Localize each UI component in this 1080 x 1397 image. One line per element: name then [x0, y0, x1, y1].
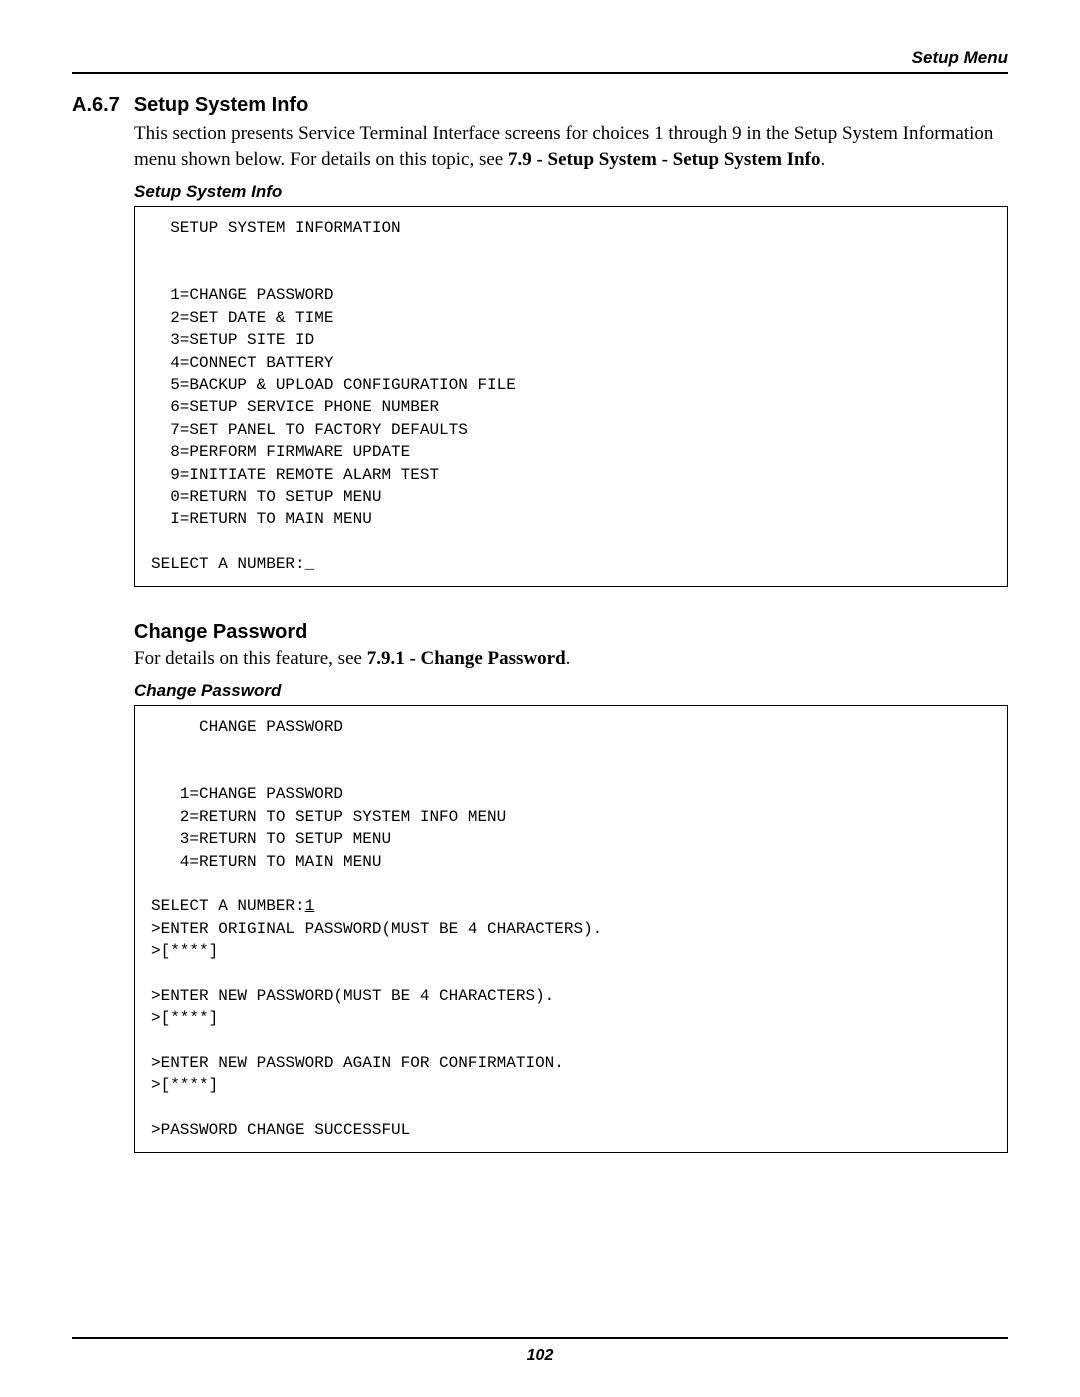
terminal1-item-0: 0=RETURN TO SETUP MENU — [151, 488, 381, 506]
section-heading: A.6.7 Setup System Info — [72, 94, 1008, 117]
terminal2-item-1: 1=CHANGE PASSWORD — [151, 785, 343, 803]
terminal2-item-2: 2=RETURN TO SETUP SYSTEM INFO MENU — [151, 808, 506, 826]
sub-text-pre: For details on this feature, see — [134, 648, 367, 669]
footer: 102 — [72, 1327, 1008, 1365]
terminal1-item-8: 8=PERFORM FIRMWARE UPDATE — [151, 443, 410, 461]
terminal1-item-2: 2=SET DATE & TIME — [151, 309, 333, 327]
terminal2-item-4: 4=RETURN TO MAIN MENU — [151, 853, 381, 871]
figure-caption-1: Setup System Info — [134, 182, 1008, 202]
terminal1-item-9: 9=INITIATE REMOTE ALARM TEST — [151, 466, 439, 484]
figure-caption-2: Change Password — [134, 681, 1008, 701]
section-title: Setup System Info — [134, 94, 308, 116]
terminal-change-password: CHANGE PASSWORD 1=CHANGE PASSWORD 2=RETU… — [134, 705, 1008, 1152]
terminal1-item-5: 5=BACKUP & UPLOAD CONFIGURATION FILE — [151, 376, 516, 394]
footer-rule — [72, 1337, 1008, 1339]
terminal1-item-6: 6=SETUP SERVICE PHONE NUMBER — [151, 398, 439, 416]
terminal1-item-1: 1=CHANGE PASSWORD — [151, 286, 333, 304]
terminal2-line-2: >[****] — [151, 942, 218, 960]
content-area: Setup Menu A.6.7 Setup System Info This s… — [72, 48, 1008, 1327]
terminal2-prompt-label: SELECT A NUMBER: — [151, 897, 305, 915]
intro-crossref: 7.9 - Setup System - Setup System Info — [508, 149, 820, 170]
intro-text-post: . — [820, 149, 825, 170]
terminal2-item-3: 3=RETURN TO SETUP MENU — [151, 830, 391, 848]
sub-crossref: 7.9.1 - Change Password — [367, 648, 566, 669]
terminal2-line-8: >[****] — [151, 1076, 218, 1094]
section-body: This section presents Service Terminal I… — [134, 121, 1008, 1153]
page: Setup Menu A.6.7 Setup System Info This s… — [0, 0, 1080, 1397]
terminal1-item-4: 4=CONNECT BATTERY — [151, 354, 333, 372]
running-header-text: Setup Menu — [912, 48, 1008, 68]
intro-paragraph: This section presents Service Terminal I… — [134, 121, 1008, 172]
terminal2-line-5: >[****] — [151, 1009, 218, 1027]
running-header: Setup Menu — [72, 48, 1008, 72]
terminal2-line-7: >ENTER NEW PASSWORD AGAIN FOR CONFIRMATI… — [151, 1054, 564, 1072]
terminal1-prompt: SELECT A NUMBER:_ — [151, 555, 314, 573]
sub-paragraph: For details on this feature, see 7.9.1 -… — [134, 646, 1008, 672]
terminal1-title: SETUP SYSTEM INFORMATION — [151, 219, 401, 237]
terminal2-line-10: >PASSWORD CHANGE SUCCESSFUL — [151, 1121, 410, 1139]
terminal1-item-7: 7=SET PANEL TO FACTORY DEFAULTS — [151, 421, 468, 439]
page-number: 102 — [72, 1347, 1008, 1365]
section-number: A.6.7 — [72, 94, 120, 116]
terminal2-line-1: >ENTER ORIGINAL PASSWORD(MUST BE 4 CHARA… — [151, 920, 602, 938]
header-rule — [72, 72, 1008, 74]
terminal-setup-system-info: SETUP SYSTEM INFORMATION 1=CHANGE PASSWO… — [134, 206, 1008, 586]
terminal2-line-4: >ENTER NEW PASSWORD(MUST BE 4 CHARACTERS… — [151, 987, 554, 1005]
terminal2-prompt-value: 1 — [305, 897, 315, 915]
sub-text-post: . — [566, 648, 571, 669]
terminal1-item-I: I=RETURN TO MAIN MENU — [151, 510, 372, 528]
terminal1-item-3: 3=SETUP SITE ID — [151, 331, 314, 349]
terminal2-title: CHANGE PASSWORD — [151, 718, 343, 736]
sub-heading: Change Password — [134, 621, 1008, 644]
